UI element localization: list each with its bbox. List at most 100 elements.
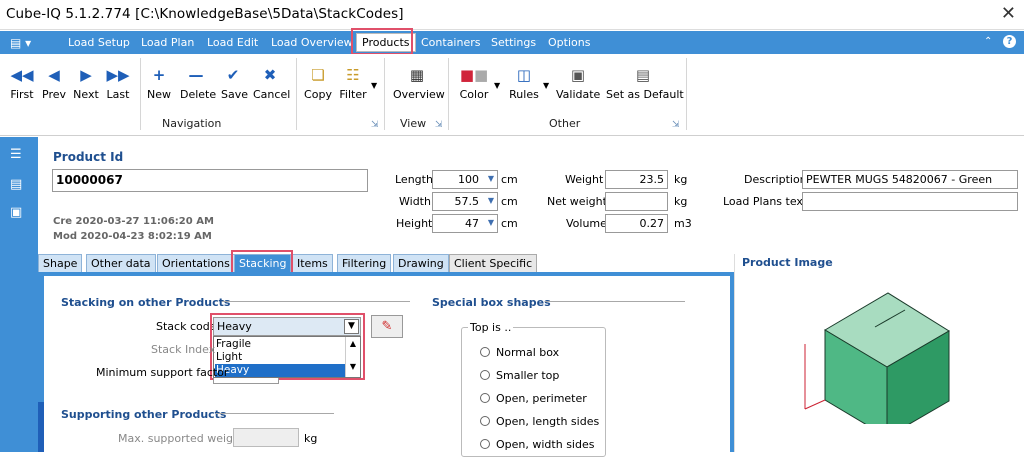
net-weight-field[interactable] bbox=[605, 192, 668, 211]
validate-icon: ▣ bbox=[570, 66, 586, 84]
radio-circle bbox=[480, 370, 490, 380]
menu-load-edit[interactable]: Load Edit bbox=[207, 36, 258, 49]
first-button[interactable]: ◀◀ First bbox=[10, 64, 34, 101]
option-light[interactable]: Light bbox=[216, 351, 242, 363]
height-label: Height bbox=[396, 217, 433, 230]
radio-open-width-sides[interactable]: Open, width sides bbox=[480, 438, 594, 451]
tab-shape[interactable]: Shape bbox=[38, 254, 83, 272]
delete-button[interactable]: — Delete bbox=[180, 64, 216, 101]
validate-button[interactable]: ▣ Validate bbox=[556, 64, 600, 101]
checkmark-icon: ✔ bbox=[226, 66, 240, 84]
option-fragile[interactable]: Fragile bbox=[216, 338, 251, 350]
product-box-illustration bbox=[804, 292, 950, 424]
set-default-button[interactable]: ▤ Set as Default bbox=[606, 64, 684, 101]
menu-products[interactable]: Products bbox=[356, 33, 416, 52]
axis-line bbox=[804, 399, 826, 410]
description-field[interactable]: PEWTER MUGS 54820067 - Green bbox=[802, 170, 1018, 189]
min-support-field[interactable] bbox=[213, 378, 279, 384]
tab-stacking[interactable]: Stacking bbox=[234, 254, 292, 272]
cancel-button[interactable]: ✖ Cancel bbox=[253, 64, 290, 101]
set-default-icon: ▤ bbox=[635, 66, 651, 84]
weight-label: Weight bbox=[565, 173, 604, 186]
spin-icon[interactable]: ▼ bbox=[488, 218, 494, 227]
chevron-down-icon[interactable]: ▼ bbox=[344, 319, 359, 334]
tree-icon[interactable]: ☰ bbox=[10, 147, 22, 162]
stack-code-select[interactable]: Heavy ▼ bbox=[213, 317, 361, 336]
tab-filtering[interactable]: Filtering bbox=[337, 254, 392, 272]
min-support-label: Minimum support factor bbox=[96, 366, 229, 379]
save-button[interactable]: ✔ Save bbox=[221, 64, 248, 101]
length-field[interactable]: 100 ▼ bbox=[432, 170, 498, 189]
rules-dropdown-icon[interactable]: ▼ bbox=[543, 81, 549, 90]
chevron-up-icon[interactable]: ⌃ bbox=[984, 36, 992, 47]
other-launcher-icon[interactable]: ⇲ bbox=[672, 120, 680, 130]
load-plans-field[interactable] bbox=[802, 192, 1018, 211]
menu-containers[interactable]: Containers bbox=[421, 36, 481, 49]
length-label: Length bbox=[395, 173, 433, 186]
max-weight-label: Max. supported weight bbox=[118, 432, 245, 445]
menu-load-plan[interactable]: Load Plan bbox=[141, 36, 194, 49]
created-timestamp: Cre 2020-03-27 11:06:20 AM bbox=[53, 216, 214, 227]
color-dropdown-icon[interactable]: ▼ bbox=[494, 81, 500, 90]
minus-icon: — bbox=[188, 66, 204, 84]
menu-load-overview[interactable]: Load Overview bbox=[271, 36, 353, 49]
navigation-launcher-icon[interactable]: ⇲ bbox=[371, 120, 379, 130]
radio-open-perimeter[interactable]: Open, perimeter bbox=[480, 392, 587, 405]
product-image-title: Product Image bbox=[742, 256, 833, 269]
spin-icon[interactable]: ▼ bbox=[488, 196, 494, 205]
help-icon[interactable]: ? bbox=[1003, 35, 1016, 48]
tab-other-data[interactable]: Other data bbox=[86, 254, 156, 272]
prev-button[interactable]: ◀ Prev bbox=[42, 64, 66, 101]
special-shapes-title: Special box shapes bbox=[432, 296, 551, 309]
last-icon: ▶▶ bbox=[106, 66, 130, 84]
option-heavy[interactable]: Heavy bbox=[215, 364, 345, 377]
description-label: Description bbox=[744, 173, 807, 186]
width-unit: cm bbox=[501, 195, 518, 208]
height-field[interactable]: 47 ▼ bbox=[432, 214, 498, 233]
image-icon[interactable]: ▣ bbox=[10, 205, 22, 220]
rules-icon: ◫ bbox=[516, 66, 532, 84]
list-icon[interactable]: ▤ bbox=[10, 177, 22, 192]
view-launcher-icon[interactable]: ⇲ bbox=[435, 120, 443, 130]
filter-dropdown-icon[interactable]: ▼ bbox=[371, 81, 377, 90]
color-button[interactable]: ■■ Color bbox=[457, 64, 491, 101]
spin-icon[interactable]: ▼ bbox=[488, 174, 494, 183]
volume-field[interactable]: 0.27 bbox=[605, 214, 668, 233]
overview-button[interactable]: ▦ Overview bbox=[393, 64, 445, 101]
tab-client-specific[interactable]: Client Specific bbox=[449, 254, 538, 272]
radio-smaller-top[interactable]: Smaller top bbox=[480, 369, 559, 382]
tab-items[interactable]: Items bbox=[292, 254, 333, 272]
menu-settings[interactable]: Settings bbox=[491, 36, 536, 49]
height-unit: cm bbox=[501, 217, 518, 230]
radio-normal-box[interactable]: Normal box bbox=[480, 346, 559, 359]
width-label: Width bbox=[399, 195, 431, 208]
close-icon[interactable]: ✕ bbox=[1001, 3, 1016, 24]
ribbon: ◀◀ First ◀ Prev ▶ Next ▶▶ Last + New — Delete … bbox=[0, 54, 1024, 136]
width-field[interactable]: 57.5 ▼ bbox=[432, 192, 498, 211]
app-menu-icon[interactable]: ▤ ▾ bbox=[10, 36, 31, 50]
weight-field[interactable]: 23.5 bbox=[605, 170, 668, 189]
volume-unit: m3 bbox=[674, 217, 692, 230]
copy-button[interactable]: ❏ Copy bbox=[304, 64, 332, 101]
menu-load-setup[interactable]: Load Setup bbox=[68, 36, 130, 49]
panel-scroll-marker bbox=[38, 402, 44, 452]
product-id-label: Product Id bbox=[53, 150, 124, 164]
last-button[interactable]: ▶▶ Last bbox=[106, 64, 130, 101]
product-id-field[interactable]: 10000067 bbox=[52, 169, 368, 192]
radio-open-length-sides[interactable]: Open, length sides bbox=[480, 415, 599, 428]
next-button[interactable]: ▶ Next bbox=[73, 64, 99, 101]
eraser-icon[interactable]: ✎ bbox=[371, 315, 403, 338]
tab-drawing[interactable]: Drawing bbox=[393, 254, 449, 272]
first-icon: ◀◀ bbox=[10, 66, 34, 84]
filter-button[interactable]: ☷ Filter bbox=[338, 64, 368, 101]
max-weight-field[interactable] bbox=[233, 428, 299, 447]
new-button[interactable]: + New bbox=[147, 64, 171, 101]
menu-options[interactable]: Options bbox=[548, 36, 590, 49]
radio-circle bbox=[480, 439, 490, 449]
volume-label: Volume bbox=[566, 217, 607, 230]
dropdown-scrollbar[interactable]: ▲ ▼ bbox=[345, 337, 360, 377]
tab-orientations[interactable]: Orientations bbox=[157, 254, 235, 272]
grid-icon: ▦ bbox=[409, 66, 425, 84]
rules-button[interactable]: ◫ Rules bbox=[509, 64, 539, 101]
filter-icon: ☷ bbox=[346, 66, 360, 84]
